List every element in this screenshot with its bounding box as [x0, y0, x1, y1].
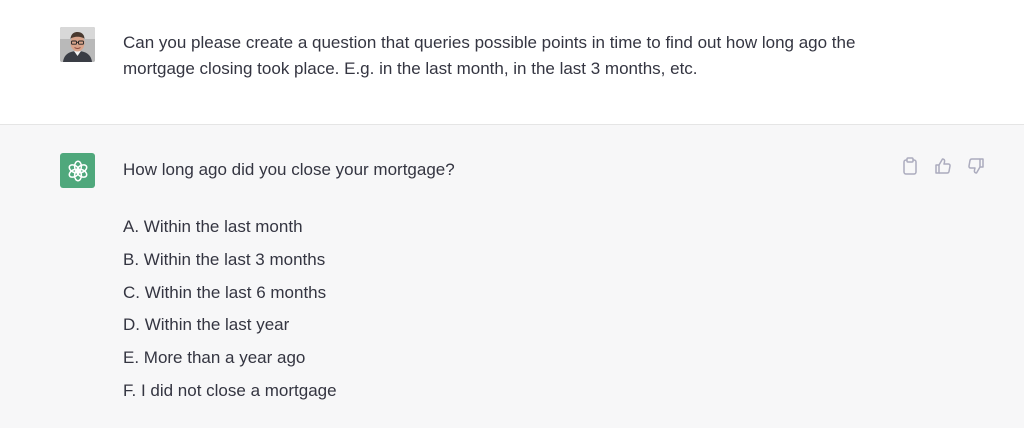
answer-option: C. Within the last 6 months [123, 282, 327, 302]
answer-option: A. Within the last month [123, 217, 303, 236]
user-message-text: Can you please create a question that qu… [123, 33, 856, 78]
message-actions [900, 156, 986, 176]
answer-option: D. Within the last year [123, 315, 290, 335]
answer-options-list: A. Within the last month B. Within the l… [123, 215, 337, 412]
user-avatar [60, 27, 95, 62]
answer-option: F. I did not close a mortgage [123, 380, 337, 400]
copy-button[interactable] [900, 156, 920, 176]
clipboard-icon [903, 157, 917, 175]
answer-option: E. More than a year ago [123, 348, 306, 368]
user-message-row: Can you please create a question that qu… [0, 0, 1024, 125]
assistant-avatar [60, 153, 95, 188]
openai-logo-icon [68, 160, 87, 181]
assistant-question-text: How long ago did you close your mortgage… [123, 160, 455, 179]
assistant-message-row: How long ago did you close your mortgage… [0, 125, 1024, 428]
thumbs-up-icon [935, 158, 951, 174]
thumbs-down-icon [968, 158, 984, 174]
thumbs-down-button[interactable] [966, 156, 986, 176]
answer-option: B. Within the last 3 months [123, 249, 326, 269]
user-photo-avatar-icon [60, 27, 95, 62]
thumbs-up-button[interactable] [933, 156, 953, 176]
